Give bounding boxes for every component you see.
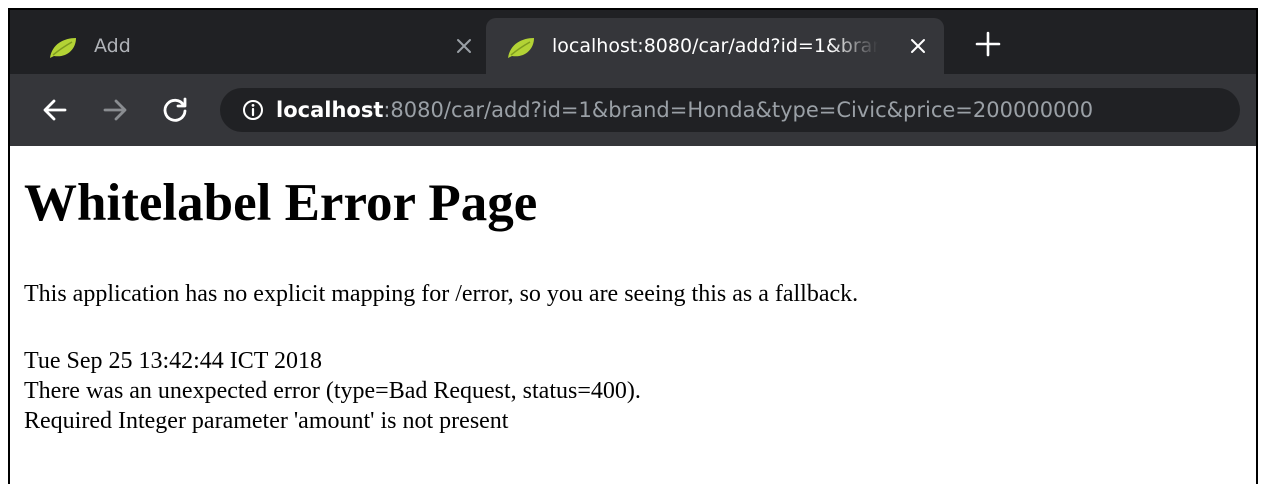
url-host: localhost: [276, 98, 384, 122]
tab-title: Add: [94, 35, 131, 57]
reload-button[interactable]: [160, 95, 190, 125]
close-icon[interactable]: [906, 34, 930, 58]
error-message: Required Integer parameter 'amount' is n…: [24, 408, 509, 434]
error-details: Tue Sep 25 13:42:44 ICT 2018 There was a…: [24, 346, 641, 436]
error-timestamp: Tue Sep 25 13:42:44 ICT 2018: [24, 348, 323, 374]
close-icon[interactable]: [452, 34, 476, 58]
spring-leaf-icon: [50, 38, 76, 58]
url-path: :8080/car/add?id=1&brand=Honda&type=Civi…: [383, 98, 1094, 122]
new-tab-button[interactable]: [974, 30, 1002, 58]
page-content: Whitelabel Error Page This application h…: [10, 146, 1256, 484]
tab-localhost[interactable]: localhost:8080/car/add?id=1&brand=Honda&…: [486, 18, 944, 74]
info-icon[interactable]: [242, 99, 264, 121]
arrow-left-icon: [43, 99, 67, 121]
url-text[interactable]: localhost:8080/car/add?id=1&brand=Honda&…: [276, 96, 1093, 124]
browser-window: Add localhost:8080/car/add?id=1&brand=Ho…: [8, 8, 1258, 484]
arrow-right-icon: [103, 99, 127, 121]
tab-title: localhost:8080/car/add?id=1&brand=Honda&…: [552, 35, 878, 57]
tab-strip: Add localhost:8080/car/add?id=1&brand=Ho…: [10, 10, 1256, 74]
page-title: Whitelabel Error Page: [24, 174, 538, 232]
error-status-line: There was an unexpected error (type=Bad …: [24, 378, 641, 404]
reload-icon: [163, 97, 187, 122]
page-description: This application has no explicit mapping…: [24, 281, 859, 307]
tab-add[interactable]: Add: [28, 18, 490, 74]
spring-leaf-icon: [508, 38, 534, 58]
back-button[interactable]: [40, 95, 70, 125]
forward-button[interactable]: [100, 95, 130, 125]
browser-toolbar: localhost:8080/car/add?id=1&brand=Honda&…: [10, 74, 1256, 146]
address-bar[interactable]: localhost:8080/car/add?id=1&brand=Honda&…: [220, 88, 1240, 132]
